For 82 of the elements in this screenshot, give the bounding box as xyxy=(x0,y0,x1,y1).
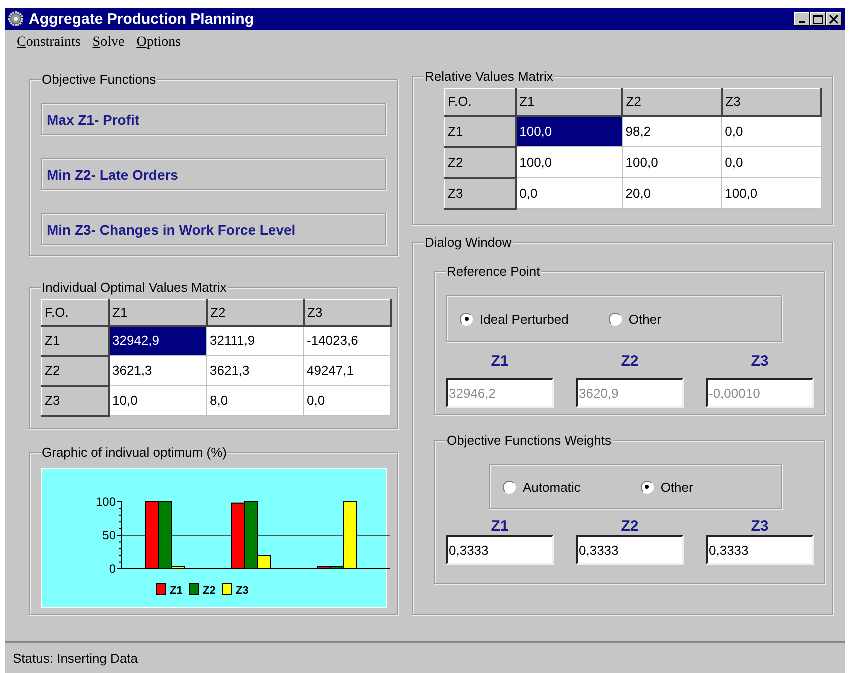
table-cell[interactable]: 3621,3 xyxy=(108,356,206,386)
radio-option[interactable]: Other xyxy=(640,480,694,494)
value-field[interactable]: 0,3333 xyxy=(446,535,554,565)
table-cell[interactable]: 10,0 xyxy=(108,386,206,416)
legend-swatch xyxy=(222,584,232,596)
bar xyxy=(232,502,246,570)
group-title: Individual Optimal Values Matrix xyxy=(41,280,228,295)
group-title: Dialog Window xyxy=(424,235,513,250)
legend-label: Z3 xyxy=(236,585,249,597)
row-header[interactable]: Z3 xyxy=(42,386,108,416)
column-header[interactable]: Z3 xyxy=(722,88,821,116)
corner-header: F.O. xyxy=(444,88,516,116)
maximize-icon xyxy=(813,14,823,24)
radio-option[interactable]: Ideal Perturbed xyxy=(460,312,569,326)
value-field[interactable]: 0,3333 xyxy=(706,535,814,565)
minimize-icon xyxy=(799,21,805,23)
row-header[interactable]: Z2 xyxy=(42,356,108,386)
objective-label: Min Z2- Late Orders xyxy=(41,158,387,191)
row-header[interactable]: Z1 xyxy=(444,116,516,146)
gear-icon xyxy=(8,11,24,27)
table-cell[interactable]: 0,0 xyxy=(722,116,821,146)
close-icon xyxy=(829,14,839,24)
row-header[interactable]: Z2 xyxy=(444,146,516,178)
table-cell[interactable]: 32942,9 xyxy=(108,326,206,356)
table-cell[interactable]: 49247,1 xyxy=(304,356,390,386)
table-cell[interactable]: 0,0 xyxy=(516,178,622,208)
field-label: Z2 xyxy=(620,353,640,370)
maximize-button[interactable] xyxy=(810,12,826,26)
table-cell[interactable]: 32111,9 xyxy=(206,326,304,356)
legend-label: Z2 xyxy=(203,585,216,597)
table-cell[interactable]: 8,0 xyxy=(206,386,304,416)
objective-label: Max Z1- Profit xyxy=(41,103,387,136)
field-label: Z1 xyxy=(490,353,510,370)
radio-option[interactable]: Other xyxy=(608,312,662,326)
field-label: Z1 xyxy=(490,518,510,535)
legend-swatch xyxy=(156,584,166,596)
group-title: Reference Point xyxy=(446,264,542,279)
table-cell[interactable]: 100,0 xyxy=(722,178,821,208)
table-cell[interactable]: 3621,3 xyxy=(206,356,304,386)
group-title: Relative Values Matrix xyxy=(424,69,554,84)
legend-swatch xyxy=(190,584,200,596)
column-header[interactable]: Z2 xyxy=(622,88,722,116)
group-title: Graphic of indivual optimum (%) xyxy=(41,445,228,460)
column-header[interactable]: Z1 xyxy=(108,300,206,326)
status-text: Status: Inserting Data xyxy=(13,650,138,666)
table-cell[interactable]: 0,0 xyxy=(722,146,821,178)
table-cell[interactable]: -14023,6 xyxy=(304,326,390,356)
table-cell[interactable]: 98,2 xyxy=(622,116,722,146)
bar xyxy=(146,502,160,570)
corner-header: F.O. xyxy=(42,300,108,326)
row-header[interactable]: Z1 xyxy=(42,326,108,356)
menu-item[interactable]: Constraints xyxy=(17,35,81,50)
radio-button[interactable] xyxy=(608,312,622,326)
column-header[interactable]: Z3 xyxy=(304,300,390,326)
radio-option[interactable]: Automatic xyxy=(503,480,581,494)
tick-label: 0 xyxy=(109,562,116,576)
field-label: Z3 xyxy=(750,353,770,370)
column-header[interactable]: Z2 xyxy=(206,300,304,326)
field-label: Z2 xyxy=(620,518,640,535)
column-header[interactable]: Z1 xyxy=(516,88,622,116)
table-cell[interactable]: 100,0 xyxy=(622,146,722,178)
radio-button[interactable] xyxy=(503,480,516,494)
objective-label: Min Z3- Changes in Work Force Level xyxy=(41,213,387,246)
group-title: Objective Functions xyxy=(41,72,158,87)
table-cell[interactable]: 100,0 xyxy=(516,116,622,146)
table-cell[interactable]: 0,0 xyxy=(304,386,390,416)
table-cell[interactable]: 20,0 xyxy=(622,178,722,208)
menu-item[interactable]: Solve xyxy=(92,35,125,50)
value-field[interactable]: 0,3333 xyxy=(576,535,684,565)
tick-label: 100 xyxy=(96,495,116,509)
tick-label: 50 xyxy=(102,528,116,542)
close-button[interactable] xyxy=(826,12,842,26)
legend-label: Z1 xyxy=(170,585,183,597)
window-title: Aggregate Production Planning xyxy=(29,10,256,28)
table-cell[interactable]: 100,0 xyxy=(516,146,622,178)
radio-button[interactable] xyxy=(640,480,654,494)
radio-button[interactable] xyxy=(460,312,473,326)
field-label: Z3 xyxy=(750,518,770,535)
row-header[interactable]: Z3 xyxy=(444,178,516,208)
menu-item[interactable]: Options xyxy=(136,35,182,50)
minimize-button[interactable] xyxy=(794,12,810,26)
group-title: Objective Functions Weights xyxy=(446,433,612,448)
